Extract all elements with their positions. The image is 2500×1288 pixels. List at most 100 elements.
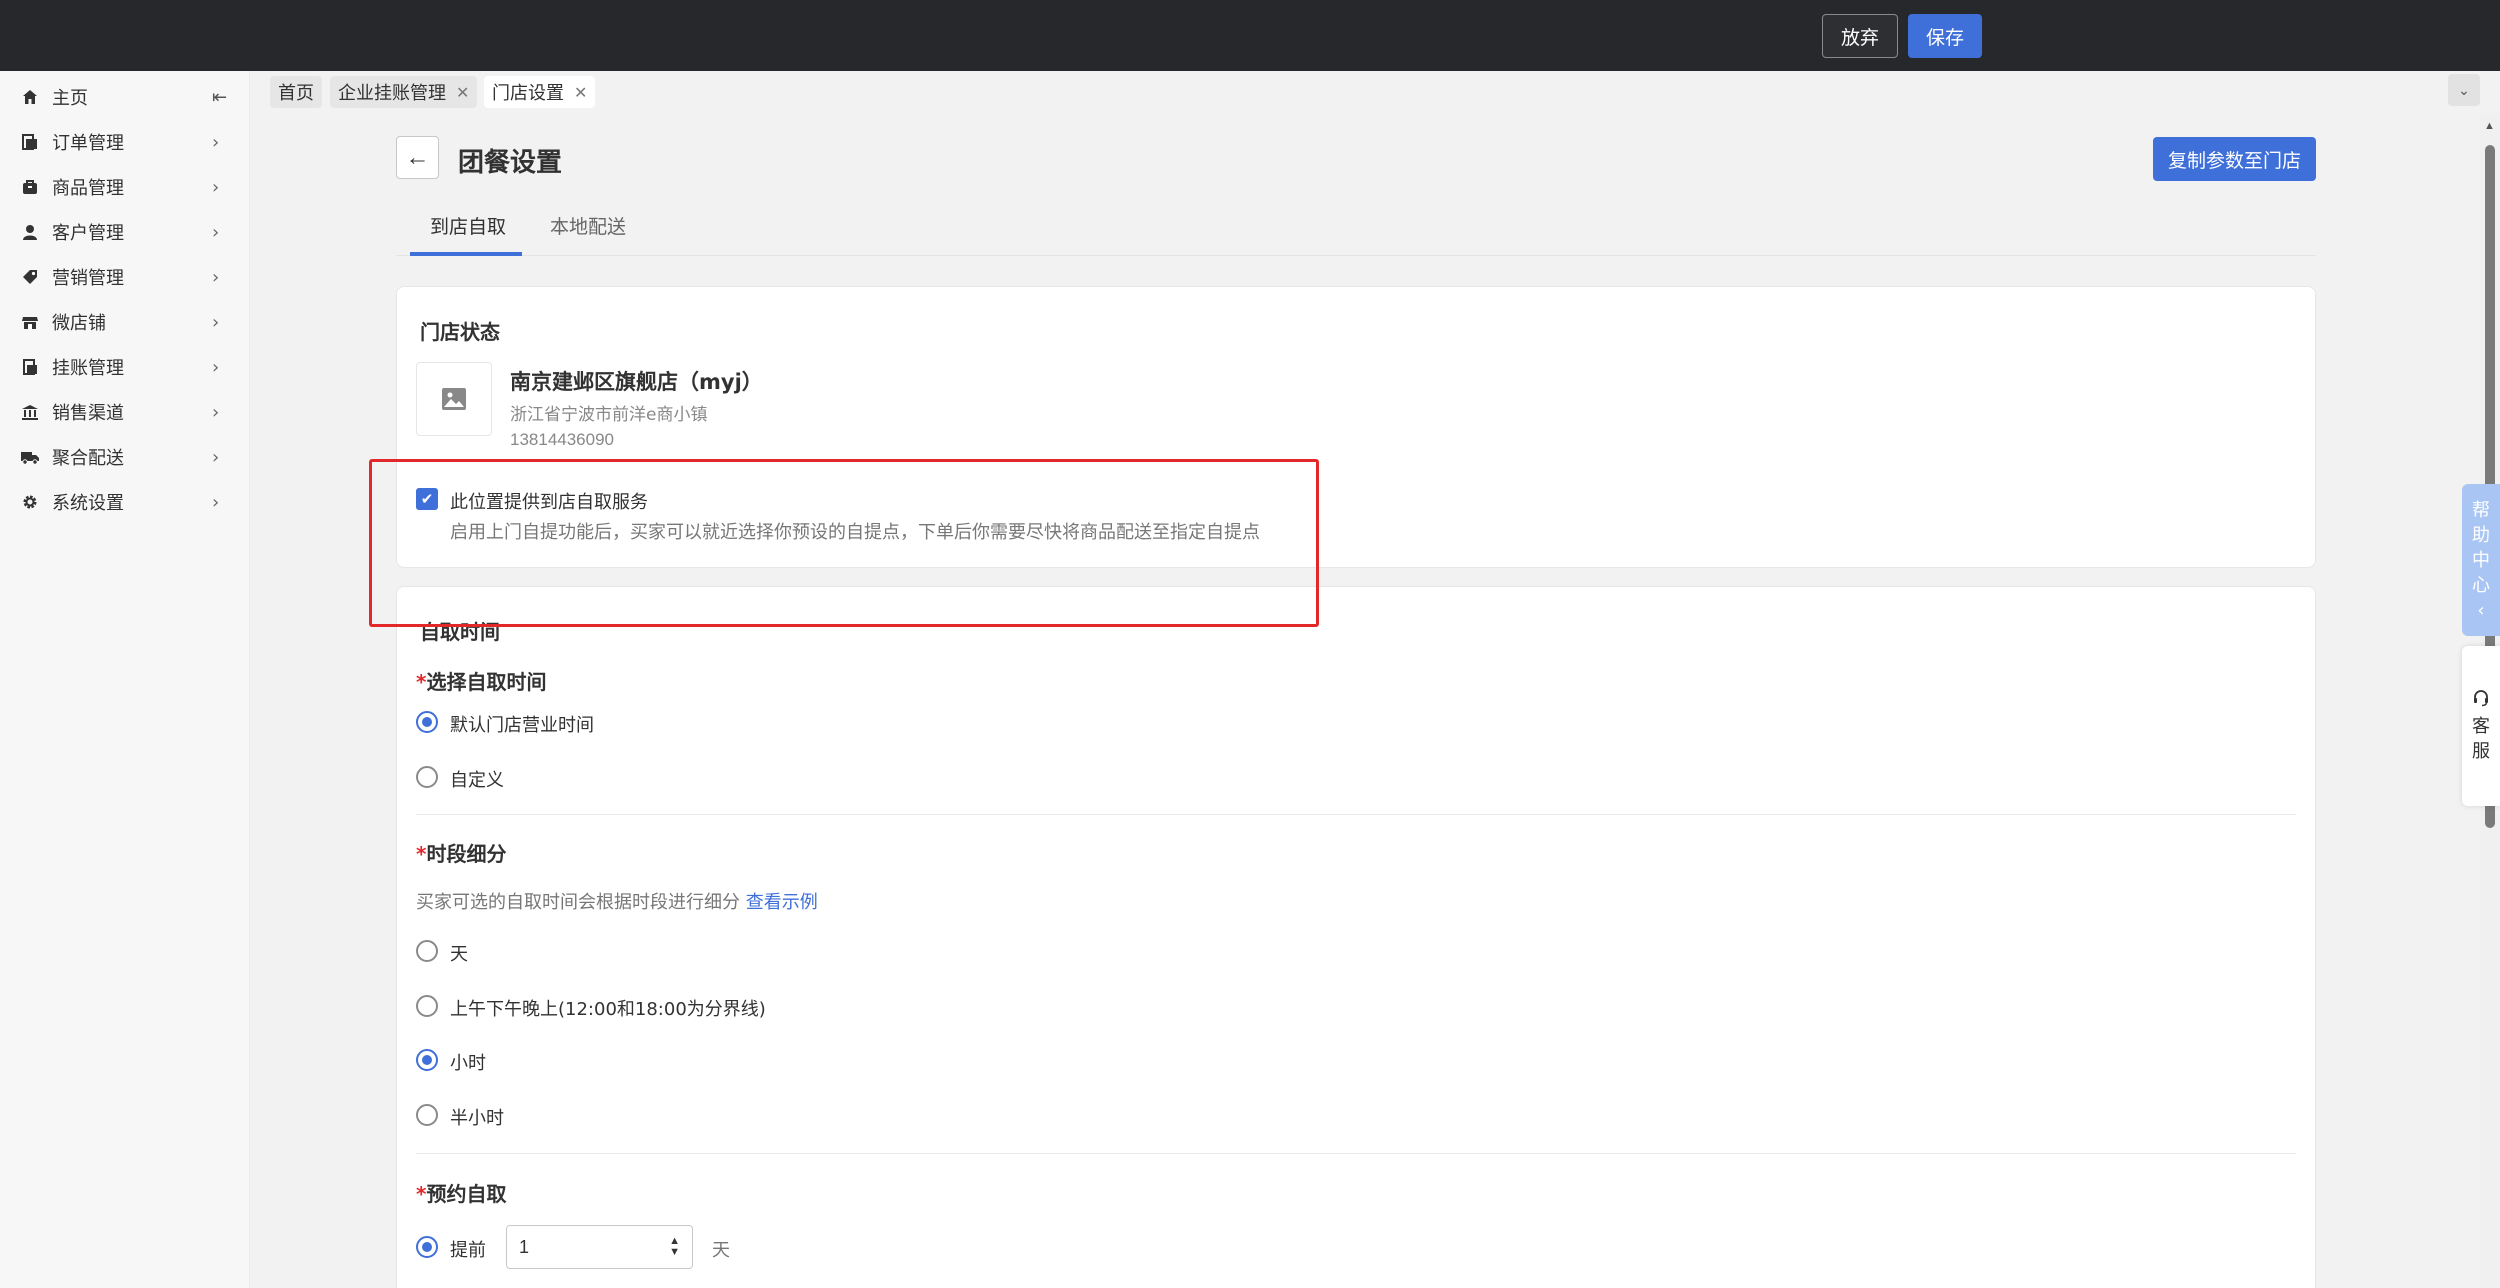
segment-title: *时段细分 [416,838,506,867]
shop-icon [20,312,40,332]
sidebar-item-home[interactable]: 主页 ⇤ [0,75,250,119]
scroll-up-icon[interactable]: ▲ [2484,120,2495,132]
radio-label: 小时 [450,1053,486,1074]
sidebar-item-label: 微店铺 [52,313,106,334]
radio-label: 半小时 [450,1108,504,1129]
sidebar-item-customers[interactable]: 客户管理 › [0,210,250,254]
radio-default-hours[interactable] [416,711,438,733]
pickup-time-card [396,586,2316,1288]
stepper-icon[interactable]: ▲ ▼ [669,1236,680,1258]
sidebar-item-label: 挂账管理 [52,358,124,379]
help-char: 心 [2472,574,2490,596]
radio-half-hour[interactable] [416,1104,438,1126]
sidebar-item-goods[interactable]: 商品管理 › [0,165,250,209]
help-center-tab[interactable]: 帮 助 中 心 ‹ [2462,484,2500,636]
sidebar-item-marketing[interactable]: 营销管理 › [0,255,250,299]
sidebar-item-microshop[interactable]: 微店铺 › [0,300,250,344]
goods-icon [20,177,40,197]
page-title: 团餐设置 [458,148,563,178]
divider [416,814,2296,815]
select-time-title: *选择自取时间 [416,666,546,695]
back-button[interactable]: ← [396,136,439,179]
tab-store-settings[interactable]: 门店设置 ✕ [484,76,596,108]
chevron-right-icon: › [212,131,220,153]
sidebar-item-label: 商品管理 [52,178,124,199]
radio-label: 自定义 [450,770,504,791]
ledger-icon [20,357,40,377]
chevron-left-icon: ‹ [2477,599,2485,621]
bank-icon [20,402,40,422]
sidebar-item-ledger[interactable]: 挂账管理 › [0,345,250,389]
collapse-sidebar-icon[interactable]: ⇤ [212,87,227,108]
radio-custom[interactable] [416,766,438,788]
sidebar-item-label: 销售渠道 [52,403,124,424]
store-status-title: 门店状态 [420,320,500,344]
order-icon [20,132,40,152]
tag-icon [20,267,40,287]
sidebar-item-delivery[interactable]: 聚合配送 › [0,435,250,479]
sidebar-item-label: 系统设置 [52,493,124,514]
required-mark: * [416,670,427,694]
radio-advance[interactable] [416,1236,438,1258]
tab-bar: 首页 企业挂账管理 ✕ 门店设置 ✕ [250,71,2500,113]
image-icon [442,388,466,410]
chevron-right-icon: › [212,446,220,468]
tab-label: 企业挂账管理 [338,83,446,104]
radio-label: 天 [450,944,468,965]
service-char: 客 [2472,715,2490,737]
segment-hint-text: 买家可选的自取时间会根据时段进行细分 [416,892,740,913]
divider [416,1153,2296,1154]
arrow-left-icon: ← [405,143,430,171]
sidebar-item-label: 聚合配送 [52,448,124,469]
close-icon[interactable]: ✕ [456,83,469,102]
headset-icon [2472,689,2490,714]
radio-day[interactable] [416,940,438,962]
chevron-right-icon: › [212,401,220,423]
store-name: 南京建邺区旗舰店（myj） [510,370,763,394]
segment-title-text: 时段细分 [426,842,507,866]
radio-morning-afternoon-evening[interactable] [416,995,438,1017]
segment-hint: 买家可选的自取时间会根据时段进行细分 查看示例 [416,888,818,914]
copy-params-button[interactable]: 复制参数至门店 [2153,137,2316,181]
sidebar-item-label: 客户管理 [52,223,124,244]
discard-button[interactable]: 放弃 [1822,14,1898,58]
sidebar: 主页 ⇤ 订单管理 › 商品管理 › 客户管理 › 营销管理 › 微店铺 › 挂… [0,71,250,1288]
help-char: 帮 [2472,499,2490,521]
sidebar-item-label: 营销管理 [52,268,124,289]
sidebar-item-settings[interactable]: 系统设置 › [0,480,250,524]
truck-icon [20,447,40,467]
store-address: 浙江省宁波市前洋e商小镇 [510,405,708,425]
chevron-right-icon: › [212,491,220,513]
customer-service-tab[interactable]: 客 服 [2462,646,2500,806]
chevron-down-icon: ⌄ [2458,81,2470,98]
tab-label: 首页 [278,83,314,104]
tab-home[interactable]: 首页 [270,76,322,108]
chevron-right-icon: › [212,221,220,243]
tab-enterprise-ledger[interactable]: 企业挂账管理 ✕ [330,76,478,108]
advance-days-input[interactable]: 1 ▲ ▼ [506,1225,693,1269]
radio-label: 上午下午晚上(12:00和18:00为分界线) [450,999,766,1020]
tab-pickup[interactable]: 到店自取 [430,212,506,239]
reservation-title: *预约自取 [416,1178,506,1207]
select-time-title-text: 选择自取时间 [426,670,547,694]
view-example-link[interactable]: 查看示例 [746,892,818,913]
service-char: 服 [2472,740,2490,762]
store-image-placeholder [416,362,492,436]
close-icon[interactable]: ✕ [574,83,587,102]
sidebar-item-channels[interactable]: 销售渠道 › [0,390,250,434]
tabs-dropdown-button[interactable]: ⌄ [2448,74,2480,106]
subtabs-divider [396,255,2316,256]
chevron-right-icon: › [212,311,220,333]
tab-local-delivery[interactable]: 本地配送 [550,212,626,239]
advance-days-unit: 天 [712,1240,730,1261]
active-tab-indicator [410,252,522,256]
sidebar-item-orders[interactable]: 订单管理 › [0,120,250,164]
annotation-highlight-box [369,459,1319,627]
required-mark: * [416,1182,427,1206]
help-char: 中 [2472,549,2490,571]
help-char: 助 [2472,524,2490,546]
radio-hour[interactable] [416,1049,438,1071]
required-mark: * [416,842,427,866]
save-button[interactable]: 保存 [1908,14,1982,58]
advance-days-value: 1 [519,1236,530,1257]
